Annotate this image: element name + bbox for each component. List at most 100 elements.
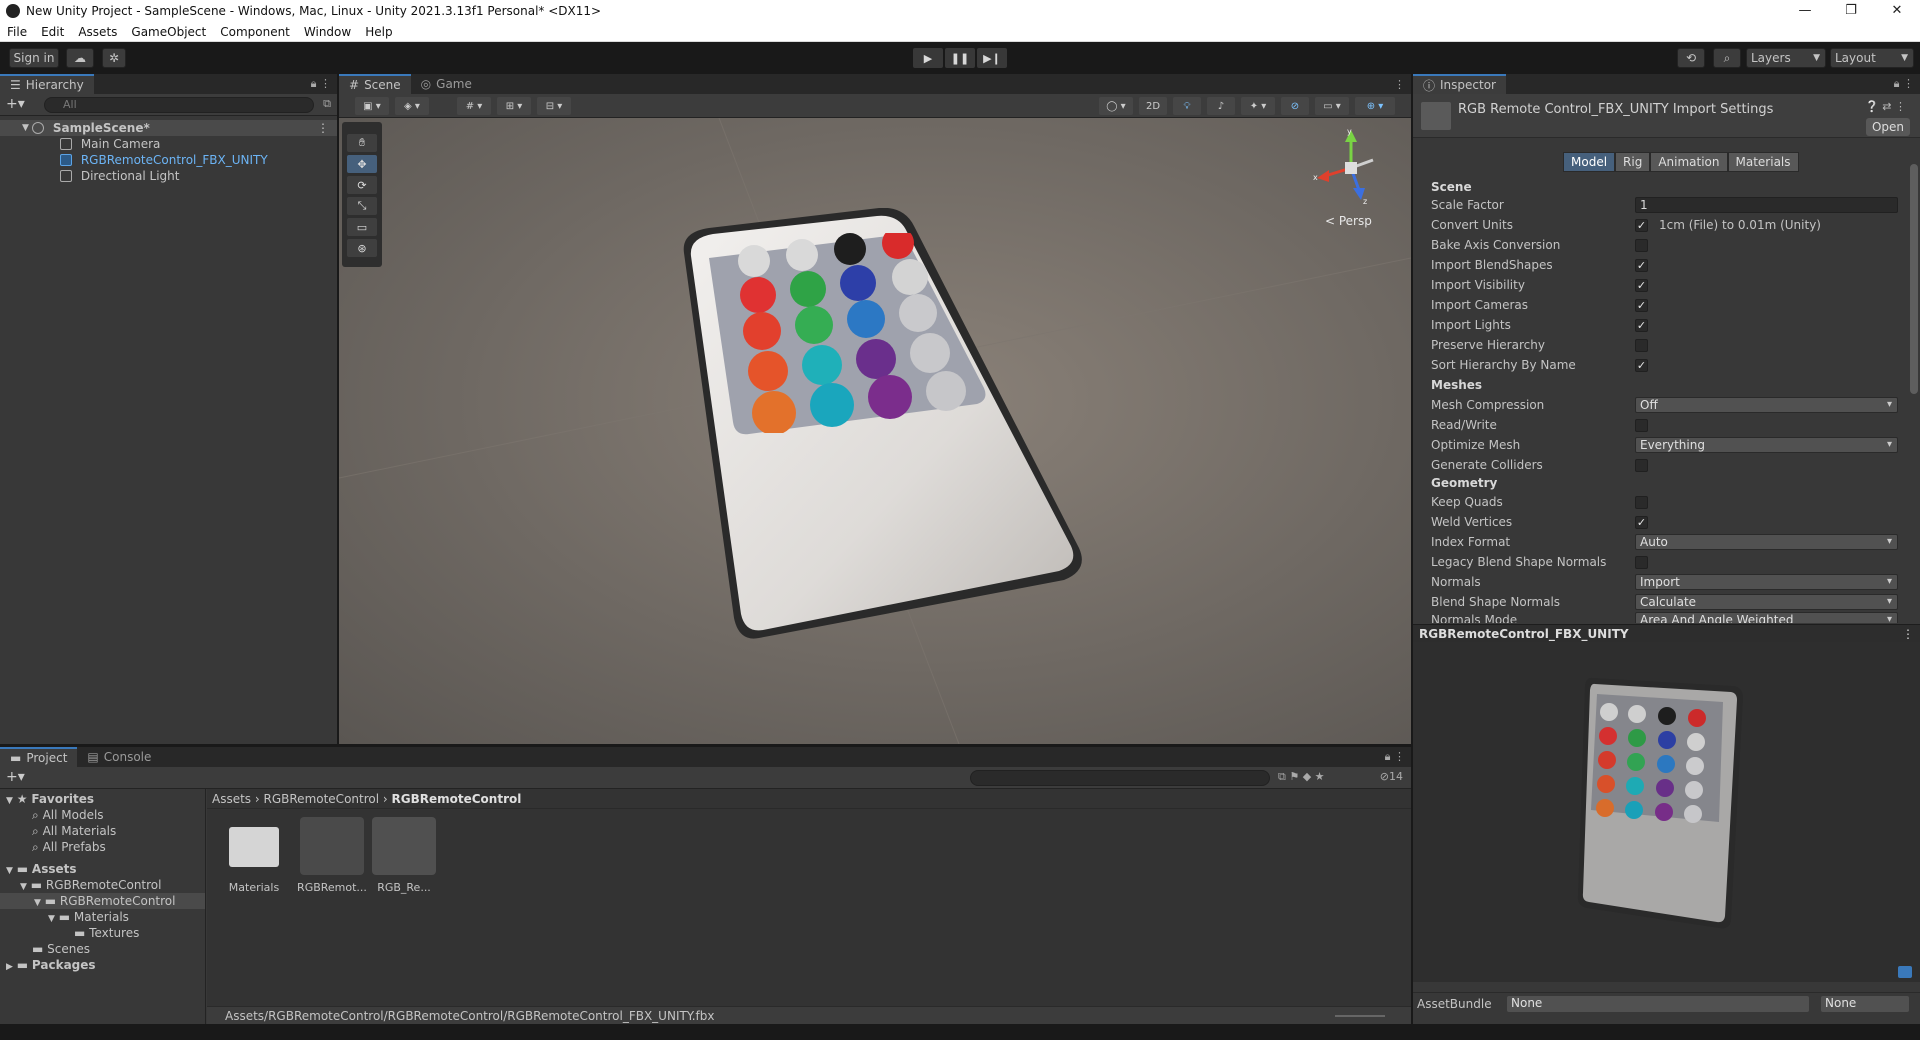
weld-vertices-checkbox[interactable]: ✓: [1635, 516, 1648, 529]
blend-shape-normals-dropdown[interactable]: Calculate: [1635, 594, 1898, 610]
draw-mode-dropdown[interactable]: ▣ ▾: [355, 97, 389, 115]
model-preview[interactable]: [1413, 642, 1920, 982]
collapse-icon[interactable]: ▼: [6, 796, 13, 806]
minimize-button[interactable]: —: [1782, 0, 1828, 22]
hierarchy-item-remote-control[interactable]: RGBRemoteControl_FBX_UNITY: [0, 152, 337, 168]
history-icon[interactable]: ⟲: [1677, 48, 1705, 68]
generate-colliders-checkbox[interactable]: [1635, 459, 1648, 472]
project-search-input[interactable]: [970, 770, 1270, 786]
hidden-count-icon[interactable]: ⊘14: [1380, 770, 1403, 783]
normals-mode-dropdown[interactable]: Area And Angle Weighted: [1635, 612, 1898, 623]
favorite-all-prefabs[interactable]: ⌕ All Prefabs: [0, 839, 205, 855]
scale-factor-field[interactable]: 1: [1635, 197, 1898, 213]
step-button[interactable]: ▶❙: [977, 48, 1007, 68]
mesh-compression-dropdown[interactable]: Off: [1635, 397, 1898, 413]
collapse-icon[interactable]: ▼: [22, 120, 29, 136]
palette-handle[interactable]: [347, 125, 377, 131]
collapse-icon[interactable]: ▼: [20, 882, 27, 892]
assets-row[interactable]: ▼ ▬ Assets: [0, 861, 205, 877]
expand-icon[interactable]: ▶: [6, 962, 13, 972]
tag-icon[interactable]: [1898, 966, 1912, 978]
collapse-icon[interactable]: ▼: [6, 866, 13, 876]
favorite-all-materials[interactable]: ⌕ All Materials: [0, 823, 205, 839]
pause-button[interactable]: ❚❚: [945, 48, 975, 68]
persp-label[interactable]: < Persp: [1325, 214, 1372, 228]
move-tool-icon[interactable]: ✥: [347, 155, 377, 173]
folder-rgbremotecontrol[interactable]: ▼ ▬ RGBRemoteControl: [0, 877, 205, 893]
grid-snap-dropdown[interactable]: # ▾: [457, 97, 491, 115]
collapse-icon[interactable]: ▼: [34, 898, 41, 908]
breadcrumb-item[interactable]: RGBRemoteControl: [264, 792, 380, 806]
hierarchy-item-main-camera[interactable]: Main Camera: [0, 136, 337, 152]
assetbundle-dropdown[interactable]: None: [1507, 996, 1809, 1012]
layout-dropdown[interactable]: Layout ▼: [1830, 48, 1914, 68]
tab-animation[interactable]: Animation: [1650, 152, 1728, 172]
breadcrumb-item[interactable]: Assets: [212, 792, 251, 806]
hierarchy-search-input[interactable]: All: [44, 97, 314, 113]
menu-window[interactable]: Window: [297, 25, 358, 39]
mode-2d-button[interactable]: 2D: [1139, 97, 1167, 115]
zoom-slider[interactable]: [1335, 1015, 1385, 1017]
filter-icons[interactable]: ⧉ ⚑ ◆ ★: [1278, 770, 1325, 784]
cloud-icon[interactable]: ☁: [66, 48, 94, 68]
folder-textures[interactable]: ▬ Textures: [0, 925, 205, 941]
tab-scene[interactable]: # Scene: [339, 74, 411, 94]
menu-edit[interactable]: Edit: [34, 25, 71, 39]
tab-rig[interactable]: Rig: [1615, 152, 1651, 172]
effects-dropdown[interactable]: ✦ ▾: [1241, 97, 1275, 115]
folder-scenes[interactable]: ▬ Scenes: [0, 941, 205, 957]
asset-rgb-mesh[interactable]: RGB_Re...: [365, 817, 443, 894]
inspector-scrollbar[interactable]: [1910, 164, 1918, 394]
gizmos-dropdown[interactable]: ⊕ ▾: [1355, 97, 1395, 115]
menu-gameobject[interactable]: GameObject: [124, 25, 213, 39]
lock-icon[interactable]: 🔒︎ ⋮: [1385, 750, 1405, 764]
scene-viewport[interactable]: ✋︎ ✥ ⟳ ⤡ ▭ ⊛ y x z < Persp: [339, 118, 1411, 744]
favorites-row[interactable]: ▼ ★ Favorites: [0, 791, 205, 807]
hierarchy-item-directional-light[interactable]: Directional Light: [0, 168, 337, 184]
rect-tool-icon[interactable]: ▭: [347, 218, 377, 236]
camera-dropdown[interactable]: ▭ ▾: [1315, 97, 1349, 115]
breadcrumb-current[interactable]: RGBRemoteControl: [392, 792, 522, 806]
scale-tool-icon[interactable]: ⤡: [347, 197, 377, 215]
add-icon[interactable]: +▾: [6, 96, 25, 112]
lock-icon[interactable]: 🔒︎ ⋮: [1894, 77, 1914, 91]
optimize-mesh-dropdown[interactable]: Everything: [1635, 437, 1898, 453]
orientation-gizmo[interactable]: y x z < Persp: [1311, 127, 1391, 228]
shading-dropdown[interactable]: ◯ ▾: [1099, 97, 1133, 115]
more-icon[interactable]: ⋮: [317, 120, 329, 136]
collapse-icon[interactable]: ▼: [48, 914, 55, 924]
sort-hierarchy-checkbox[interactable]: ✓: [1635, 359, 1648, 372]
lock-icon[interactable]: 🔒︎ ⋮: [311, 77, 331, 91]
maximize-button[interactable]: ❐: [1828, 0, 1874, 22]
ruler-dropdown[interactable]: ⊟ ▾: [537, 97, 571, 115]
scene-row[interactable]: ▼ SampleScene* ⋮: [0, 120, 337, 136]
normals-dropdown[interactable]: Import: [1635, 574, 1898, 590]
read-write-checkbox[interactable]: [1635, 419, 1648, 432]
legacy-blend-checkbox[interactable]: [1635, 556, 1648, 569]
tab-model[interactable]: Model: [1563, 152, 1616, 172]
more-icon[interactable]: ⋮: [1902, 625, 1914, 643]
tab-hierarchy[interactable]: ☰ Hierarchy: [0, 74, 94, 94]
add-icon[interactable]: +▾: [6, 769, 25, 785]
favorite-all-models[interactable]: ⌕ All Models: [0, 807, 205, 823]
sign-in-button[interactable]: Sign in: [9, 48, 59, 68]
menu-assets[interactable]: Assets: [71, 25, 124, 39]
layers-dropdown[interactable]: Layers ▼: [1746, 48, 1826, 68]
menu-file[interactable]: File: [0, 25, 34, 39]
audio-toggle-icon[interactable]: ♪: [1207, 97, 1235, 115]
tab-project[interactable]: ▬ Project: [0, 747, 78, 767]
tab-inspector[interactable]: ⓘ Inspector: [1413, 74, 1506, 94]
folder-rgbremotecontrol-inner[interactable]: ▼ ▬ RGBRemoteControl: [0, 893, 205, 909]
import-lights-checkbox[interactable]: ✓: [1635, 319, 1648, 332]
search-icon[interactable]: ⌕: [1713, 48, 1741, 68]
convert-units-checkbox[interactable]: ✓: [1635, 219, 1648, 232]
snap-increment-dropdown[interactable]: ⊞ ▾: [497, 97, 531, 115]
more-icon[interactable]: ⋮: [1394, 78, 1405, 91]
menu-help[interactable]: Help: [358, 25, 399, 39]
search-options-icon[interactable]: ⧉: [323, 97, 331, 111]
close-button[interactable]: ✕: [1874, 0, 1920, 22]
keep-quads-checkbox[interactable]: [1635, 496, 1648, 509]
bake-axis-checkbox[interactable]: [1635, 239, 1648, 252]
lighting-toggle-icon[interactable]: 💡︎: [1173, 97, 1201, 115]
play-button[interactable]: ▶: [913, 48, 943, 68]
